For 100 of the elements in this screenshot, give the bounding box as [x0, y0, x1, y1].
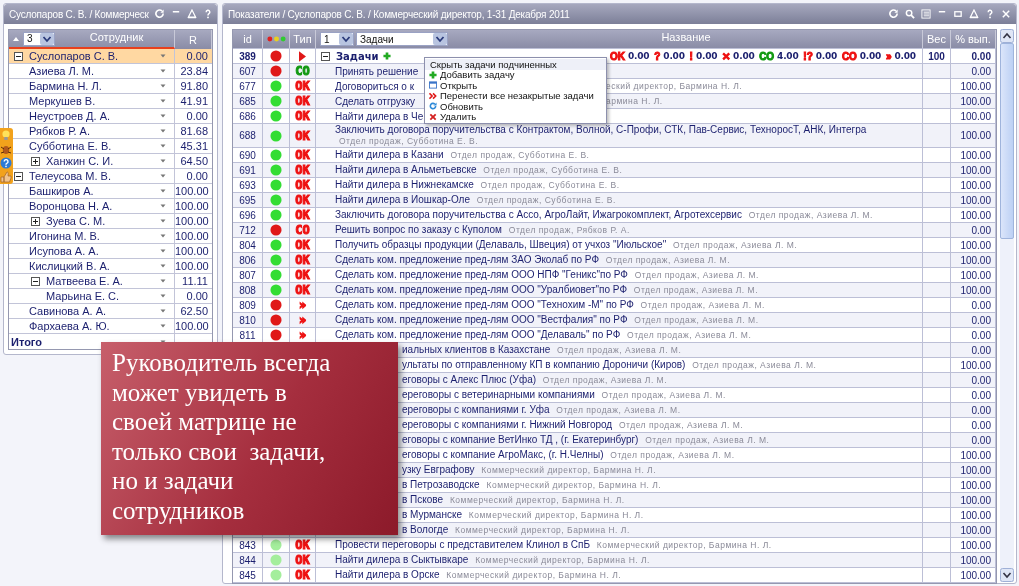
dropdown-caret-icon[interactable]	[160, 339, 166, 344]
dropdown-caret-icon[interactable]	[160, 144, 166, 148]
collapse-icon[interactable]	[321, 51, 330, 61]
dropdown-arrow-icon[interactable]	[40, 32, 54, 45]
print-icon[interactable]	[186, 9, 197, 19]
task-name[interactable]: еговоры с Алекс Плюс (Уфа)	[402, 374, 537, 385]
dropdown-caret-icon[interactable]	[160, 174, 166, 178]
tree-row[interactable]: Азиева Л. М. 23.84	[9, 64, 212, 79]
task-name[interactable]: Найти дилера в Че	[335, 110, 424, 122]
task-name[interactable]: Заключить договора поручительства с Контрактом, Волной, С-Профи, СТК, Пав-Сервис, ТехноросТ, АНК, Интегра	[335, 124, 867, 135]
dropdown-caret-icon[interactable]	[160, 99, 166, 103]
menu-item[interactable]: Скрыть задачи подчиненных	[425, 59, 606, 70]
task-name[interactable]: Найти дилера в Альметьевске	[335, 164, 477, 175]
task-name[interactable]: ереговоры с ветеринарными компаниями	[402, 389, 595, 400]
dropdown-caret-icon[interactable]	[160, 204, 166, 208]
print-icon[interactable]	[969, 9, 979, 19]
level-select[interactable]: 1	[320, 32, 354, 46]
tree-row[interactable]: Башкиров А. 100.00	[9, 184, 212, 199]
dropdown-caret-icon[interactable]	[160, 84, 166, 88]
dropdown-caret-icon[interactable]	[160, 159, 166, 163]
scroll-up-icon[interactable]	[1000, 29, 1014, 43]
task-name[interactable]: Найти дилера в Сыктывкаре	[335, 554, 469, 565]
tree-row[interactable]: Исупова А. А. 100.00	[9, 244, 212, 259]
dropdown-arrow-icon[interactable]	[339, 33, 353, 45]
expand-icon[interactable]	[31, 216, 40, 226]
task-name[interactable]: Сделать ком. предложение пред-лям ООО "Уралбиовет"по РФ	[335, 284, 628, 295]
tree-row[interactable]: Меркушев В. 41.91	[9, 94, 212, 109]
menu-item[interactable]: Перенести все незакрытые задачи	[425, 90, 606, 101]
task-name[interactable]: ереговоры с компаниями г. Уфа	[402, 404, 550, 415]
dropdown-caret-icon[interactable]	[160, 234, 166, 238]
task-name[interactable]: Найти дилера в Нижнекамске	[335, 179, 474, 190]
column-header[interactable]: 1 Задачи Название	[316, 30, 923, 48]
refresh-icon[interactable]	[889, 9, 899, 19]
task-name[interactable]: ереговоры с компаниями г. Нижний Новгород	[402, 419, 613, 430]
task-name[interactable]: Договориться о к	[335, 80, 415, 92]
dropdown-caret-icon[interactable]	[160, 324, 166, 328]
tree-row[interactable]: Савинова А. А. 62.50	[9, 304, 212, 319]
dropdown-arrow-icon[interactable]	[433, 33, 447, 45]
task-name[interactable]: в Вологде	[402, 524, 449, 535]
task-name[interactable]: Сделать ком. предложение пред-лям ЗАО Эколаб по РФ	[335, 254, 600, 265]
task-name[interactable]: в Петрозаводске	[402, 479, 480, 490]
dropdown-caret-icon[interactable]	[160, 294, 166, 298]
tree-row[interactable]: Суслопаров С. В. 0.00	[9, 49, 212, 64]
tree-row[interactable]: Зуева С. М. 100.00	[9, 214, 212, 229]
maximize-icon[interactable]	[953, 9, 963, 19]
task-name[interactable]: еговоры с компание ВетИнко ТД , (г. Екатеринбург)	[402, 434, 639, 445]
menu-item[interactable]: Добавить задачу	[425, 69, 606, 80]
search-icon[interactable]	[905, 9, 915, 19]
tree-row[interactable]: Неустроев Д. А. 0.00	[9, 109, 212, 124]
task-name[interactable]: Сделать ком. предложение пред-лям ООО "Делаваль" по РФ	[335, 329, 621, 340]
collapse-icon[interactable]	[14, 51, 23, 61]
tree-row[interactable]: Кислицкий В. А. 100.00	[9, 259, 212, 274]
add-icon[interactable]	[382, 52, 391, 60]
dropdown-caret-icon[interactable]	[160, 279, 166, 283]
thumbs-up-icon[interactable]	[0, 171, 12, 183]
help-icon[interactable]	[0, 157, 12, 169]
task-name[interactable]: Найти дилера в Казани	[335, 149, 444, 160]
help-icon[interactable]	[985, 9, 995, 19]
task-name[interactable]: еговоры с компание АгроМакс, (г. Н.Челны)	[402, 449, 604, 460]
dropdown-caret-icon[interactable]	[160, 264, 166, 268]
task-name[interactable]: Сделать ком. предложение пред-лям ООО НПФ "Геникс"по РФ	[335, 269, 628, 280]
task-name[interactable]: Принять решение	[335, 65, 419, 77]
dropdown-caret-icon[interactable]	[160, 249, 166, 253]
scroll-down-icon[interactable]	[1000, 568, 1014, 582]
scroll-thumb[interactable]	[1000, 43, 1014, 239]
task-name[interactable]: Сделать ком. предложение пред-лям ООО "Вестфалия" по РФ	[335, 314, 628, 325]
collapse-icon[interactable]	[31, 276, 40, 286]
tree-row[interactable]: Бармина Н. Л. 91.80	[9, 79, 212, 94]
tree-row[interactable]: Игонина М. В. 100.00	[9, 229, 212, 244]
task-name[interactable]: узку Евграфову	[402, 464, 475, 475]
menu-item[interactable]: Удалить	[425, 111, 606, 122]
sort-arrow-icon[interactable]	[13, 36, 19, 41]
dropdown-caret-icon[interactable]	[160, 219, 166, 223]
menu-item[interactable]: Открыть	[425, 80, 606, 91]
dropdown-caret-icon[interactable]	[160, 54, 166, 58]
dropdown-caret-icon[interactable]	[160, 114, 166, 118]
task-name[interactable]: Найти дилера в Орске	[335, 569, 440, 580]
menu-item[interactable]: Обновить	[425, 101, 606, 112]
close-icon[interactable]	[1001, 9, 1011, 19]
expand-icon[interactable]	[31, 156, 40, 166]
tree-row[interactable]: Матвеева Е. А. 11.11	[9, 274, 212, 289]
task-name[interactable]: Провести переговоры с представителем Клинол в СпБ	[335, 539, 590, 550]
task-name[interactable]: Сделать ком. предложение пред-лям ООО "Технохим -М" по РФ	[335, 299, 634, 310]
task-name[interactable]: Получить образцы продукции (Делаваль, Швеция) от учхоз "Июльское"	[335, 239, 667, 250]
dropdown-caret-icon[interactable]	[160, 69, 166, 73]
task-name[interactable]: Заключить договора поручительства с Ассо, АгроЛайт, Ижагрокомплект, Агротехсервис	[335, 209, 742, 220]
level-select[interactable]: 3	[23, 31, 55, 46]
scrollbar[interactable]	[1000, 29, 1014, 582]
tree-row[interactable]: Воронцова Н. А. 100.00	[9, 199, 212, 214]
refresh-icon[interactable]	[154, 9, 165, 19]
collapse-icon[interactable]	[14, 171, 23, 181]
group-select[interactable]: Задачи	[356, 32, 448, 46]
tree-row[interactable]: Марьина Е. С. 0.00	[9, 289, 212, 304]
tree-row[interactable]: Фархаева А. Ю. 100.00	[9, 319, 212, 334]
dropdown-caret-icon[interactable]	[160, 309, 166, 313]
task-name[interactable]: в Мурманске	[402, 509, 462, 520]
task-name[interactable]: Решить вопрос по заказу с Куполом	[335, 224, 502, 235]
dropdown-caret-icon[interactable]	[160, 189, 166, 193]
task-name[interactable]: иальных клиентов в Казахстане	[402, 344, 551, 355]
task-name[interactable]: в Пскове	[402, 494, 444, 505]
